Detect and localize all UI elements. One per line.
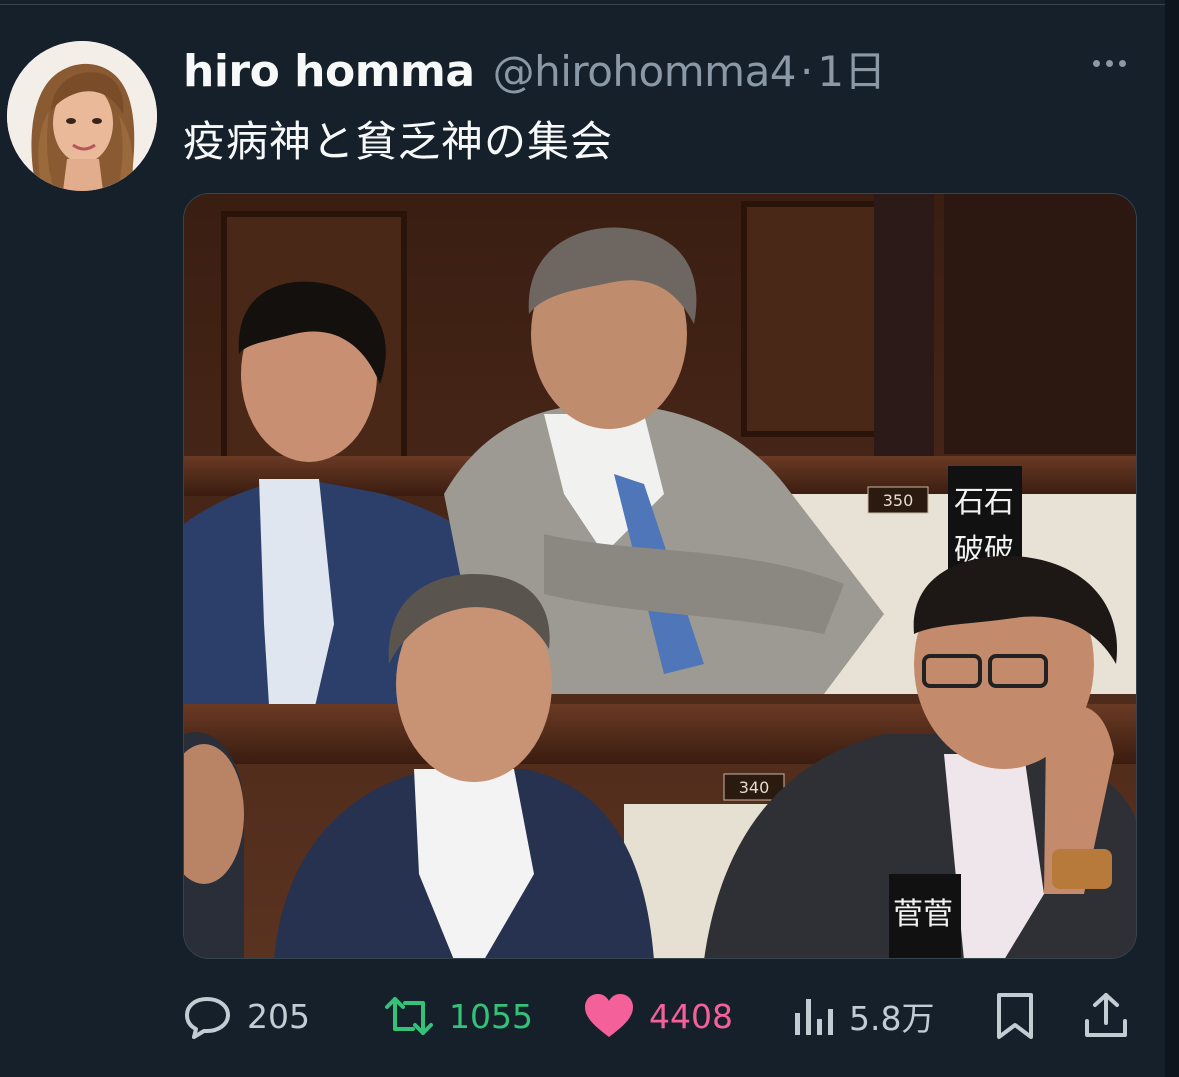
- like-button[interactable]: 4408: [583, 985, 733, 1047]
- reply-icon: [185, 997, 230, 1039]
- tweet-photo[interactable]: 350 石石 破破 340 菅菅: [183, 193, 1137, 959]
- retweet-count: 1055: [449, 996, 533, 1036]
- share-button[interactable]: [1083, 985, 1129, 1047]
- like-count: 4408: [649, 996, 733, 1036]
- heart-icon: [585, 994, 633, 1037]
- user-handle[interactable]: @hirohomma4: [493, 47, 797, 96]
- seat-number-upper: 350: [883, 491, 914, 510]
- reply-count: 205: [247, 996, 310, 1036]
- more-icon[interactable]: [1085, 48, 1133, 78]
- view-count: 5.8万: [849, 999, 935, 1038]
- svg-text:菅菅: 菅菅: [893, 897, 953, 932]
- timestamp[interactable]: 1日: [817, 38, 886, 99]
- tweet-text: 疫病神と貧乏神の集会: [183, 117, 614, 166]
- bookmark-icon: [997, 993, 1033, 1039]
- tweet-header: hiro homma @hirohomma4 · 1日: [183, 38, 886, 99]
- views-button[interactable]: 5.8万: [791, 985, 934, 1047]
- retweet-button[interactable]: 1055: [383, 985, 533, 1047]
- views-icon: [795, 999, 833, 1035]
- seat-number-lower: 340: [739, 778, 770, 797]
- share-icon: [1085, 993, 1127, 1037]
- tweet-screen: hiro homma @hirohomma4 · 1日 疫病神と貧乏神の集会 3…: [0, 0, 1179, 1077]
- display-name[interactable]: hiro homma: [183, 46, 475, 97]
- avatar[interactable]: [7, 41, 157, 191]
- svg-text:石石: 石石: [954, 485, 1014, 520]
- separator-dot: ·: [800, 47, 814, 96]
- reply-button[interactable]: 205: [183, 985, 310, 1047]
- action-bar: 205 1055 4408 5.8万: [183, 985, 1133, 1047]
- bookmark-button[interactable]: [993, 985, 1037, 1047]
- retweet-icon: [385, 997, 433, 1035]
- right-edge: [1165, 0, 1179, 1077]
- top-divider: [0, 0, 1165, 5]
